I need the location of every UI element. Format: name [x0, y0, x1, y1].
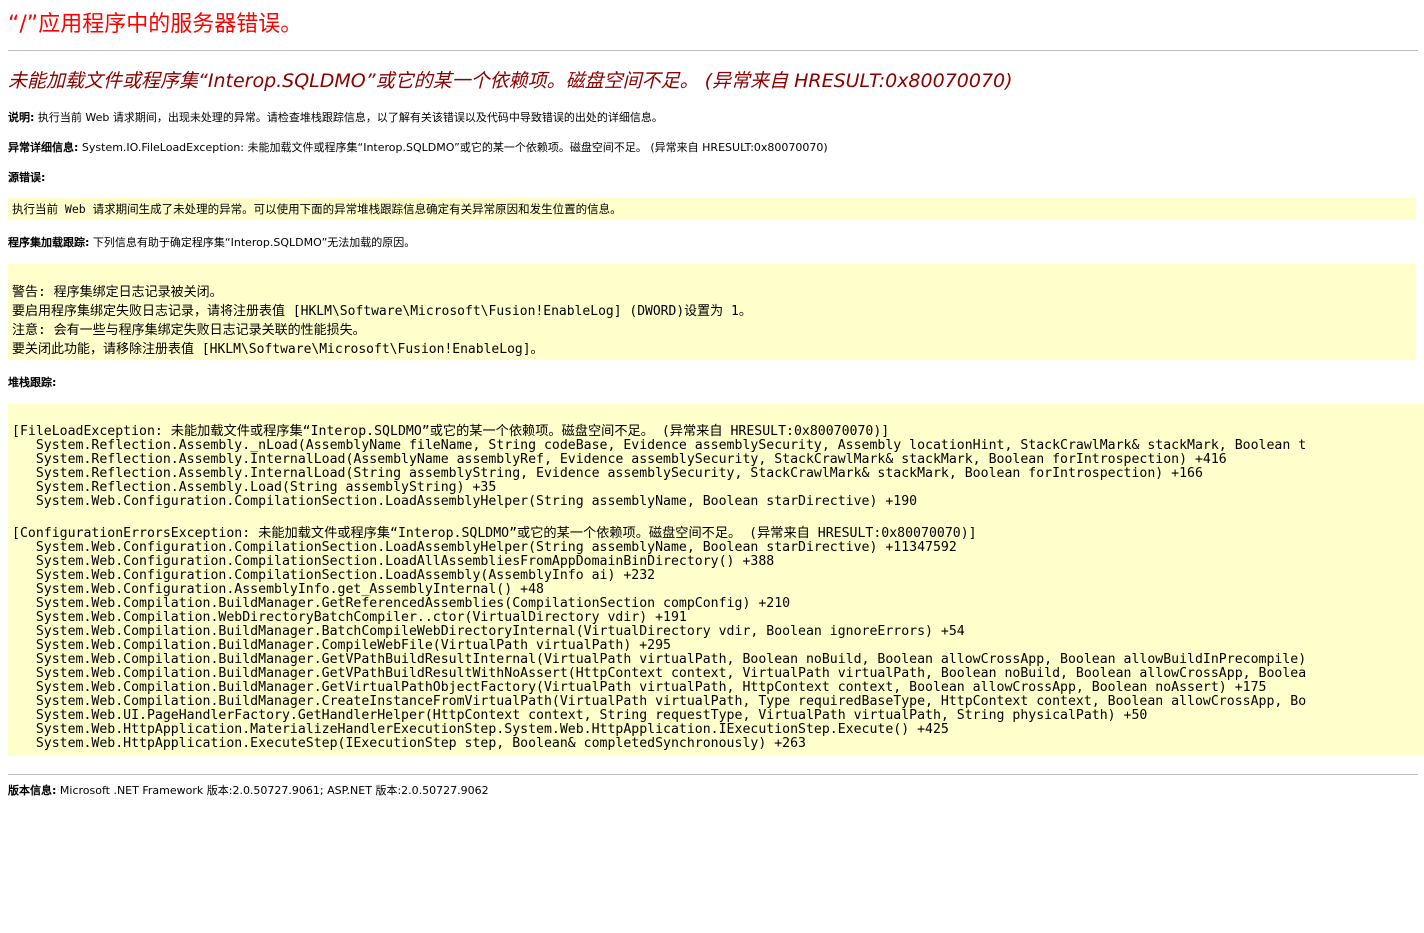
stack-trace-line: System.Reflection.Assembly.InternalLoad(… — [12, 466, 1203, 481]
exception-details-text: System.IO.FileLoadException: 未能加载文件或程序集“… — [78, 141, 828, 154]
assembly-trace-line: 注意: 会有一些与程序集绑定失败日志记录关联的性能损失。 — [12, 323, 366, 338]
assembly-trace-line: 警告: 程序集绑定日志记录被关闭。 — [12, 285, 223, 300]
stack-trace-line: System.Web.Configuration.CompilationSect… — [12, 568, 656, 583]
assembly-trace-text: 下列信息有助于确定程序集“Interop.SQLDMO”无法加载的原因。 — [89, 236, 416, 249]
stack-trace-line: System.Web.Compilation.BuildManager.GetV… — [12, 680, 1267, 695]
stack-trace-box: [FileLoadException: 未能加载文件或程序集“Interop.S… — [8, 404, 1424, 756]
stack-trace-line: [ConfigurationErrorsException: 未能加载文件或程序… — [12, 526, 977, 541]
stack-trace-line: System.Reflection.Assembly.Load(String a… — [12, 480, 497, 495]
error-page: “/”应用程序中的服务器错误。 未能加载文件或程序集“Interop.SQLDM… — [0, 0, 1424, 94]
stack-trace-line: System.Web.Compilation.BuildManager.GetV… — [12, 666, 1307, 681]
stack-trace-line: System.Web.Compilation.BuildManager.Crea… — [12, 694, 1307, 709]
version-info-row: 版本信息: Microsoft .NET Framework 版本:2.0.50… — [8, 784, 489, 798]
assembly-trace-row: 程序集加载跟踪: 下列信息有助于确定程序集“Interop.SQLDMO”无法加… — [8, 236, 415, 250]
assembly-trace-line: 要启用程序集绑定失败日志记录，请将注册表值 [HKLM\Software\Mic… — [12, 304, 752, 319]
source-error-box: 执行当前 Web 请求期间生成了未处理的异常。可以使用下面的异常堆栈跟踪信息确定… — [8, 198, 1416, 220]
stack-trace-line: System.Web.Compilation.BuildManager.GetV… — [12, 652, 1307, 667]
error-title: 未能加载文件或程序集“Interop.SQLDMO”或它的某一个依赖项。磁盘空间… — [8, 70, 1013, 92]
stack-trace-line: System.Web.HttpApplication.ExecuteStep(I… — [12, 736, 806, 751]
stack-trace-line: System.Web.Compilation.BuildManager.GetR… — [12, 596, 791, 611]
source-error-label: 源错误: — [8, 171, 46, 184]
stack-trace-line: System.Web.UI.PageHandlerFactory.GetHand… — [12, 708, 1148, 723]
stack-trace-line: System.Web.HttpApplication.MaterializeHa… — [12, 722, 949, 737]
stack-trace-line: [FileLoadException: 未能加载文件或程序集“Interop.S… — [12, 424, 890, 439]
source-error-row: 源错误: — [8, 171, 45, 185]
stack-trace-line: System.Reflection.Assembly._nLoad(Assemb… — [12, 438, 1307, 453]
exception-details-label: 异常详细信息: — [8, 141, 79, 154]
stack-trace-line: System.Web.Configuration.CompilationSect… — [12, 494, 918, 509]
description-row: 说明: 执行当前 Web 请求期间，出现未处理的异常。请检查堆栈跟踪信息，以了解… — [8, 111, 663, 125]
stack-trace-line: System.Web.Compilation.BuildManager.Comp… — [12, 638, 671, 653]
stack-trace-line: System.Web.Compilation.BuildManager.Batc… — [12, 624, 965, 639]
assembly-trace-label: 程序集加载跟踪: — [8, 236, 90, 249]
version-info-label: 版本信息: — [8, 784, 57, 797]
page-title: “/”应用程序中的服务器错误。 — [8, 12, 303, 37]
stack-trace-line: System.Reflection.Assembly.InternalLoad(… — [12, 452, 1227, 467]
exception-details-row: 异常详细信息: System.IO.FileLoadException: 未能加… — [8, 141, 828, 155]
stack-trace-label: 堆栈跟踪: — [8, 376, 57, 389]
stack-trace-line: System.Web.Configuration.CompilationSect… — [12, 540, 957, 555]
stack-trace-line: System.Web.Configuration.AssemblyInfo.ge… — [12, 582, 544, 597]
assembly-trace-line: 要关闭此功能，请移除注册表值 [HKLM\Software\Microsoft\… — [12, 342, 544, 357]
version-info-text: Microsoft .NET Framework 版本:2.0.50727.90… — [56, 784, 489, 797]
footer-divider — [8, 774, 1418, 775]
source-error-text: 执行当前 Web 请求期间生成了未处理的异常。可以使用下面的异常堆栈跟踪信息确定… — [12, 202, 622, 216]
stack-trace-row: 堆栈跟踪: — [8, 376, 56, 390]
stack-trace-line: System.Web.Configuration.CompilationSect… — [12, 554, 775, 569]
assembly-trace-box: 警告: 程序集绑定日志记录被关闭。要启用程序集绑定失败日志记录，请将注册表值 [… — [8, 264, 1416, 360]
stack-trace-line: System.Web.Compilation.WebDirectoryBatch… — [12, 610, 687, 625]
description-label: 说明: — [8, 111, 35, 124]
description-text: 执行当前 Web 请求期间，出现未处理的异常。请检查堆栈跟踪信息，以了解有关该错… — [34, 111, 663, 124]
stack-trace-gap — [12, 509, 1424, 527]
